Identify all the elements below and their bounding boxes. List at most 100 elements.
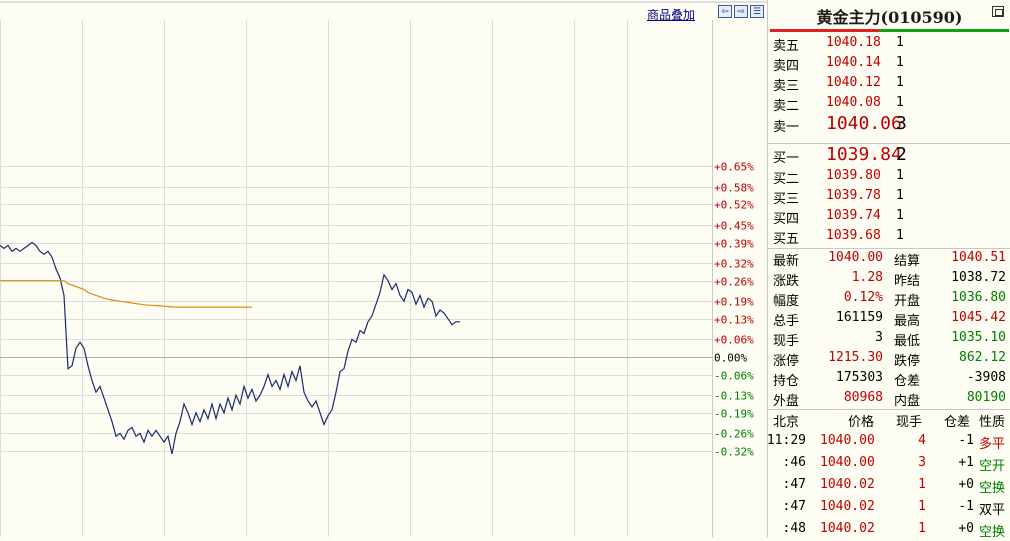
y-tick-label: +0.52% [714,199,754,212]
title-underline-red [770,29,879,32]
tick-row: :46 1040.00 3 +1 空开 [768,455,1010,475]
y-tick-label: -0.06% [714,370,754,383]
stat-value: 1.28 [851,270,883,285]
ask-row: 卖四 1040.14 1 [768,55,1010,75]
tick-diff: +0 [958,477,974,492]
chart-canvas[interactable]: +0.65% +0.58% +0.52% +0.45% +0.39% +0.32% +0.2… [0,0,767,537]
ask-volume: 1 [896,75,904,90]
bid-price: 1039.78 [826,188,881,203]
y-tick-label: +0.39% [714,238,754,251]
y-tick-label: +0.26% [714,276,754,289]
bid-row: 买五 1039.68 1 [768,228,1010,248]
stat-label: 幅度 [773,294,800,309]
stat-label: 持仓 [773,374,800,389]
y-tick-label: +0.32% [714,258,754,271]
ask-row: 卖三 1040.12 1 [768,75,1010,95]
overlay-commodity-link[interactable]: 商品叠加 [647,6,695,23]
tick-volume: 1 [918,521,926,536]
ask-row: 卖五 1040.18 1 [768,35,1010,55]
y-tick-label: +0.19% [714,296,754,309]
tick-volume: 1 [918,477,926,492]
tick-time: :47 [782,477,806,492]
stat-value: 1036.80 [951,290,1006,305]
stat-label: 仓差 [894,374,921,389]
ask-label: 卖三 [773,79,800,94]
stat-value: 1215.30 [828,350,883,365]
tick-price: 1040.02 [820,499,875,514]
ask-label: 卖四 [773,59,800,74]
bid-label: 买一 [773,151,800,166]
stat-label: 跌停 [894,354,921,369]
stat-label: 结算 [894,254,921,269]
y-tick-label: -0.13% [714,390,754,403]
tick-time: :46 [782,455,806,470]
tick-time: :48 [782,521,806,536]
tick-nature: 空换 [979,481,1006,496]
tick-diff: +0 [958,521,974,536]
ask-row: 卖一 1040.06 3 [768,113,1010,135]
ask-price: 1040.06 [826,113,902,134]
bid-label: 买四 [773,212,800,227]
stat-label: 最高 [894,314,921,329]
price-line [0,241,460,455]
stat-value: 1038.72 [951,270,1006,285]
stat-label: 涨停 [773,354,800,369]
ask-volume: 1 [896,35,904,50]
stat-row: 最新 1040.00 结算 1040.51 [768,250,1010,270]
scroll-right-button[interactable]: ⇨ [734,5,748,18]
stat-row: 持仓 175303 仓差 -3908 [768,370,1010,390]
bid-label: 买二 [773,172,800,187]
bid-volume: 1 [896,168,904,183]
stat-value: 862.12 [959,350,1006,365]
stat-value: 1040.00 [828,250,883,265]
stat-label: 外盘 [773,394,800,409]
stat-row: 幅度 0.12% 开盘 1036.80 [768,290,1010,310]
intraday-chart[interactable]: +0.65% +0.58% +0.52% +0.45% +0.39% +0.32% +0.2… [0,0,767,537]
tick-header-nature: 性质 [979,415,1006,430]
tick-diff: -1 [958,499,974,514]
tick-nature: 空开 [979,459,1006,474]
tick-header-price: 价格 [848,415,875,430]
y-tick-label: +0.65% [714,161,754,174]
stat-value: 175303 [836,370,883,385]
ask-volume: 1 [896,55,904,70]
bid-row: 买四 1039.74 1 [768,208,1010,228]
bid-price: 1039.84 [826,144,902,165]
tick-price: 1040.02 [820,521,875,536]
stats-divider [768,248,1010,249]
stat-label: 内盘 [894,394,921,409]
tick-row: 11:29 1040.00 4 -1 多平 [767,433,1010,453]
stat-label: 最新 [773,254,800,269]
stat-value: 161159 [836,310,883,325]
tick-diff: -1 [958,433,974,448]
average-price-line [0,280,252,308]
y-tick-label: 0.00% [714,352,747,365]
stat-value: 0.12% [843,290,883,305]
bid-label: 买三 [773,192,800,207]
stat-row: 涨跌 1.28 昨结 1038.72 [768,270,1010,290]
menu-button[interactable]: ☰ [750,5,764,18]
stat-label: 最低 [894,334,921,349]
bid-price: 1039.80 [826,168,881,183]
ticks-divider [768,409,1010,410]
y-tick-label: +0.06% [714,334,754,347]
tick-volume: 3 [918,455,926,470]
tick-price: 1040.00 [820,433,875,448]
tick-volume: 1 [918,499,926,514]
bid-label: 买五 [773,232,800,247]
stat-label: 总手 [773,314,800,329]
tick-header-time: 北京 [773,415,800,430]
restore-window-icon[interactable] [992,6,1004,17]
y-tick-label: +0.45% [714,220,754,233]
tick-price: 1040.00 [820,455,875,470]
bid-volume: 1 [896,208,904,223]
y-tick-label: -0.26% [714,428,754,441]
tick-volume: 4 [918,433,926,448]
scroll-left-button[interactable]: ⇦ [718,5,732,18]
tick-time: :47 [782,499,806,514]
quote-panel: 黄金主力(010590) 卖五 1040.18 1 卖四 1040.14 1 卖三 … [767,0,1010,540]
stat-row: 涨停 1215.30 跌停 862.12 [768,350,1010,370]
ask-label: 卖一 [773,120,800,135]
stat-value: 1040.51 [951,250,1006,265]
bid-row: 买二 1039.80 1 [768,168,1010,188]
